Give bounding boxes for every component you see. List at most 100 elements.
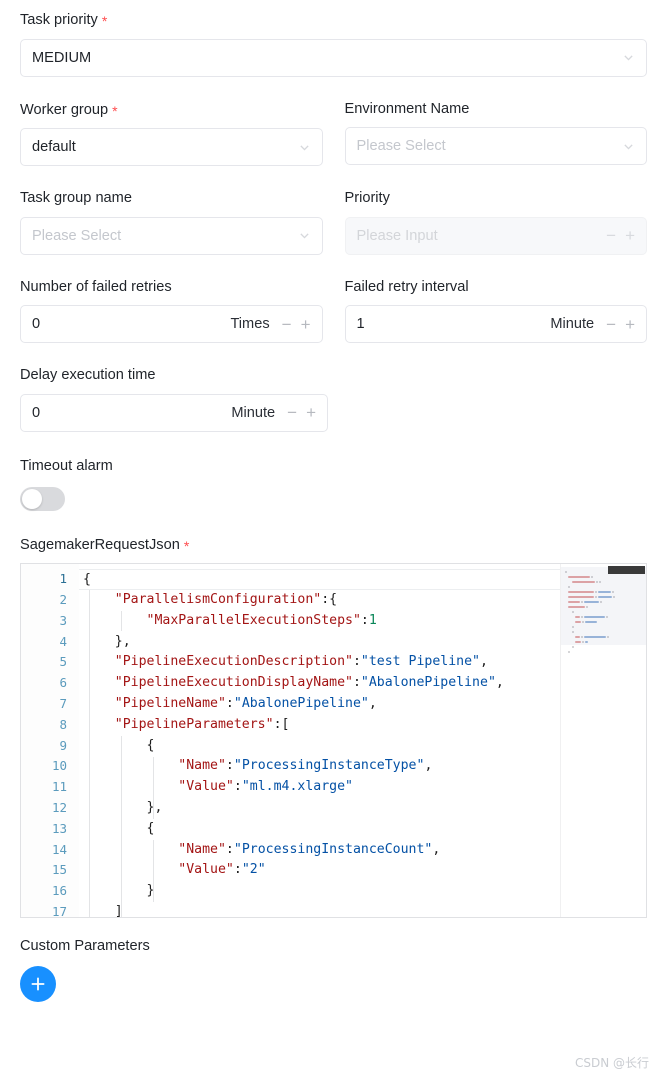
failed-retries-stepper-input[interactable]: 0 Times − +: [20, 305, 323, 344]
code-token-str: "ProcessingInstanceType": [233, 758, 425, 774]
minimap-line: [565, 649, 642, 654]
code-token-str: "AbalonePipeline": [233, 695, 369, 711]
code-token-key: "PipelineParameters": [114, 716, 274, 732]
field-task-priority: Task priority * MEDIUM: [20, 12, 647, 77]
failed-retry-interval-unit: Minute: [550, 316, 595, 333]
timeout-alarm-toggle[interactable]: [20, 486, 65, 511]
task-definition-form: Task priority * MEDIUM Worker group * defa…: [0, 0, 667, 1081]
label-timeout-alarm: Timeout alarm: [20, 457, 113, 474]
field-failed-retries: Number of failed retries 0 Times − +: [20, 280, 323, 344]
code-token-punct: [83, 613, 147, 628]
code-token-key: "PipelineName": [114, 695, 226, 711]
code-line[interactable]: "Value":"2": [79, 860, 560, 881]
code-token-key: "MaxParallelExecutionSteps": [146, 612, 361, 628]
task-priority-select[interactable]: MEDIUM: [20, 38, 647, 77]
chevron-down-icon: [622, 51, 635, 64]
code-line[interactable]: {: [79, 819, 560, 840]
label-sagemaker-request-json: SagemakerRequestJson *: [20, 536, 647, 554]
line-number: 8: [59, 716, 67, 732]
label-text: Worker group: [20, 101, 109, 118]
code-line[interactable]: "PipelineParameters":[: [79, 715, 560, 736]
field-timeout-alarm: Timeout alarm: [20, 459, 647, 511]
environment-name-select[interactable]: Please Select: [344, 127, 647, 166]
code-line[interactable]: }: [79, 881, 560, 902]
code-token-punct: ,: [480, 654, 488, 670]
code-token-punct: [83, 717, 115, 732]
code-token-key: "PipelineExecutionDescription": [114, 654, 353, 670]
code-line[interactable]: {: [79, 569, 560, 590]
chevron-down-icon: [622, 140, 635, 153]
code-line[interactable]: "Name":"ProcessingInstanceCount",: [79, 840, 560, 861]
line-number: 16: [51, 883, 67, 899]
json-code-editor[interactable]: 1 2 3 4 5 6 7 8 9 10 11 12 13 14 15 16 17 { "Parallelism…: [20, 563, 647, 919]
decrement-icon[interactable]: −: [282, 316, 292, 333]
task-group-name-placeholder: Please Select: [32, 227, 122, 244]
label-task-priority: Task priority *: [20, 12, 647, 28]
editor-scrollbar-thumb[interactable]: [608, 566, 645, 575]
code-token-str: "AbalonePipeline": [360, 675, 496, 691]
chevron-down-icon: [298, 229, 311, 242]
failed-retry-interval-stepper-input[interactable]: 1 Minute − +: [344, 305, 647, 344]
label-text: SagemakerRequestJson: [20, 536, 180, 553]
failed-retry-interval-stepper[interactable]: − +: [606, 316, 635, 333]
line-number: 17: [51, 903, 67, 919]
label-custom-parameters: Custom Parameters: [20, 938, 150, 955]
code-token-punct: :: [233, 862, 242, 878]
code-token-str: "2": [241, 862, 266, 878]
priority-stepper-input: Please Input − +: [344, 216, 647, 255]
code-token-punct: :: [225, 841, 234, 857]
editor-code-area[interactable]: { "ParallelismConfiguration":{ "MaxParal…: [79, 564, 560, 918]
code-line[interactable]: {: [79, 736, 560, 757]
failed-retries-stepper[interactable]: − +: [282, 316, 311, 333]
delay-execution-time-stepper-input[interactable]: 0 Minute − +: [20, 393, 328, 432]
code-token-punct: ,: [424, 758, 433, 774]
line-number: 9: [59, 737, 67, 753]
decrement-icon[interactable]: −: [606, 316, 616, 333]
code-token-str: "test Pipeline": [360, 654, 480, 670]
code-line[interactable]: "ParallelismConfiguration":{: [79, 590, 560, 611]
increment-icon[interactable]: +: [301, 316, 311, 333]
code-token-key: "Value": [178, 862, 234, 878]
label-priority: Priority: [344, 190, 390, 207]
code-token-punct: [83, 842, 178, 857]
code-line[interactable]: },: [79, 798, 560, 819]
increment-icon[interactable]: +: [306, 404, 316, 421]
label-text: Task priority: [20, 12, 98, 28]
code-token-punct: :: [225, 695, 234, 711]
code-token-punct: },: [83, 633, 131, 649]
task-group-name-select[interactable]: Please Select: [20, 216, 323, 255]
code-line[interactable]: ]: [79, 902, 560, 917]
code-line[interactable]: "MaxParallelExecutionSteps":1: [79, 611, 560, 632]
field-priority: Priority Please Input − +: [344, 190, 647, 255]
code-token-key: "Name": [178, 841, 226, 857]
minimap-viewport-slider[interactable]: [561, 567, 646, 646]
line-number: 11: [51, 779, 67, 795]
increment-icon[interactable]: +: [625, 316, 635, 333]
code-token-punct: ,: [495, 675, 504, 691]
delay-execution-time-stepper[interactable]: − +: [287, 404, 316, 421]
code-token-punct: :: [233, 779, 242, 795]
code-line[interactable]: "Value":"ml.m4.xlarge": [79, 777, 560, 798]
worker-group-select[interactable]: default: [20, 128, 323, 167]
add-custom-parameter-button[interactable]: [20, 965, 56, 1002]
line-number: 10: [51, 758, 67, 774]
code-token-num: 1: [368, 612, 377, 628]
required-asterisk: *: [183, 537, 190, 554]
code-token-punct: :: [352, 654, 361, 670]
line-number: 4: [59, 633, 67, 649]
code-token-punct: [83, 696, 115, 711]
line-number: 6: [59, 675, 67, 691]
decrement-icon[interactable]: −: [287, 404, 297, 421]
editor-minimap[interactable]: [560, 564, 646, 918]
label-task-group-name: Task group name: [20, 190, 132, 207]
code-token-punct: [83, 654, 115, 669]
line-number: 2: [59, 591, 67, 607]
line-number: 13: [51, 820, 67, 836]
code-line[interactable]: "PipelineName":"AbalonePipeline",: [79, 694, 560, 715]
code-line[interactable]: "PipelineExecutionDescription":"test Pip…: [79, 652, 560, 673]
code-line[interactable]: "Name":"ProcessingInstanceType",: [79, 756, 560, 777]
code-line[interactable]: "PipelineExecutionDisplayName":"AbaloneP…: [79, 673, 560, 694]
code-line[interactable]: },: [79, 632, 560, 653]
code-token-punct: [83, 675, 115, 690]
code-token-str: "ProcessingInstanceCount": [233, 841, 433, 857]
